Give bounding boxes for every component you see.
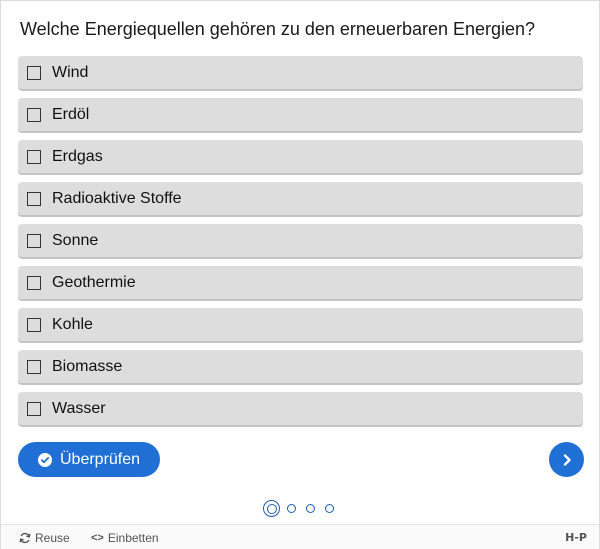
answer-option[interactable]: Geothermie	[18, 266, 583, 299]
answer-option[interactable]: Biomasse	[18, 350, 583, 383]
checkbox[interactable]	[27, 317, 41, 332]
checkbox[interactable]	[27, 149, 41, 164]
page-dot[interactable]	[306, 504, 315, 513]
check-button[interactable]: Überprüfen	[18, 442, 160, 477]
chevron-right-icon	[563, 453, 571, 466]
embed-icon: <>	[91, 532, 104, 544]
answer-label: Geothermie	[52, 273, 136, 291]
answer-option[interactable]: Radioaktive Stoffe	[18, 182, 583, 215]
pagination-dots	[263, 500, 344, 517]
embed-button[interactable]: <> Einbetten	[91, 531, 159, 545]
checkbox[interactable]	[27, 191, 41, 206]
answer-option[interactable]: Wind	[18, 56, 583, 89]
page-dot[interactable]	[287, 504, 296, 513]
checkbox[interactable]	[27, 401, 41, 416]
page-dot[interactable]	[325, 504, 334, 513]
checkbox[interactable]	[27, 107, 41, 122]
answer-option[interactable]: Kohle	[18, 308, 583, 341]
next-button[interactable]	[549, 442, 584, 477]
checkbox[interactable]	[27, 233, 41, 248]
answer-label: Biomasse	[52, 357, 123, 375]
reuse-icon	[19, 532, 31, 544]
reuse-label: Reuse	[35, 531, 70, 545]
footer-bar: Reuse <> Einbetten H-P	[1, 524, 599, 549]
page-dot-current[interactable]	[263, 500, 280, 517]
answer-option[interactable]: Sonne	[18, 224, 583, 257]
answer-label: Wind	[52, 63, 89, 81]
answer-label: Radioaktive Stoffe	[52, 189, 182, 207]
reuse-button[interactable]: Reuse	[19, 531, 70, 545]
answer-label: Kohle	[52, 315, 93, 333]
answer-option[interactable]: Erdgas	[18, 140, 583, 173]
checkbox[interactable]	[27, 65, 41, 80]
answer-option[interactable]: Wasser	[18, 392, 583, 425]
checkbox[interactable]	[27, 359, 41, 374]
answer-label: Erdöl	[52, 105, 90, 123]
h5p-container: Welche Energiequellen gehören zu den ern…	[0, 0, 600, 549]
answer-label: Sonne	[52, 231, 99, 249]
h5p-logo[interactable]: H-P	[565, 531, 587, 544]
question-text: Welche Energiequellen gehören zu den ern…	[20, 19, 536, 39]
embed-label: Einbetten	[107, 531, 159, 545]
check-button-label: Überprüfen	[60, 450, 141, 468]
check-circle-icon	[38, 452, 52, 467]
checkbox[interactable]	[27, 275, 41, 290]
answer-label: Erdgas	[52, 147, 103, 165]
answer-list: Wind Erdöl Erdgas Radioaktive Stoffe Son…	[18, 56, 583, 434]
answer-option[interactable]: Erdöl	[18, 98, 583, 131]
answer-label: Wasser	[52, 399, 106, 417]
